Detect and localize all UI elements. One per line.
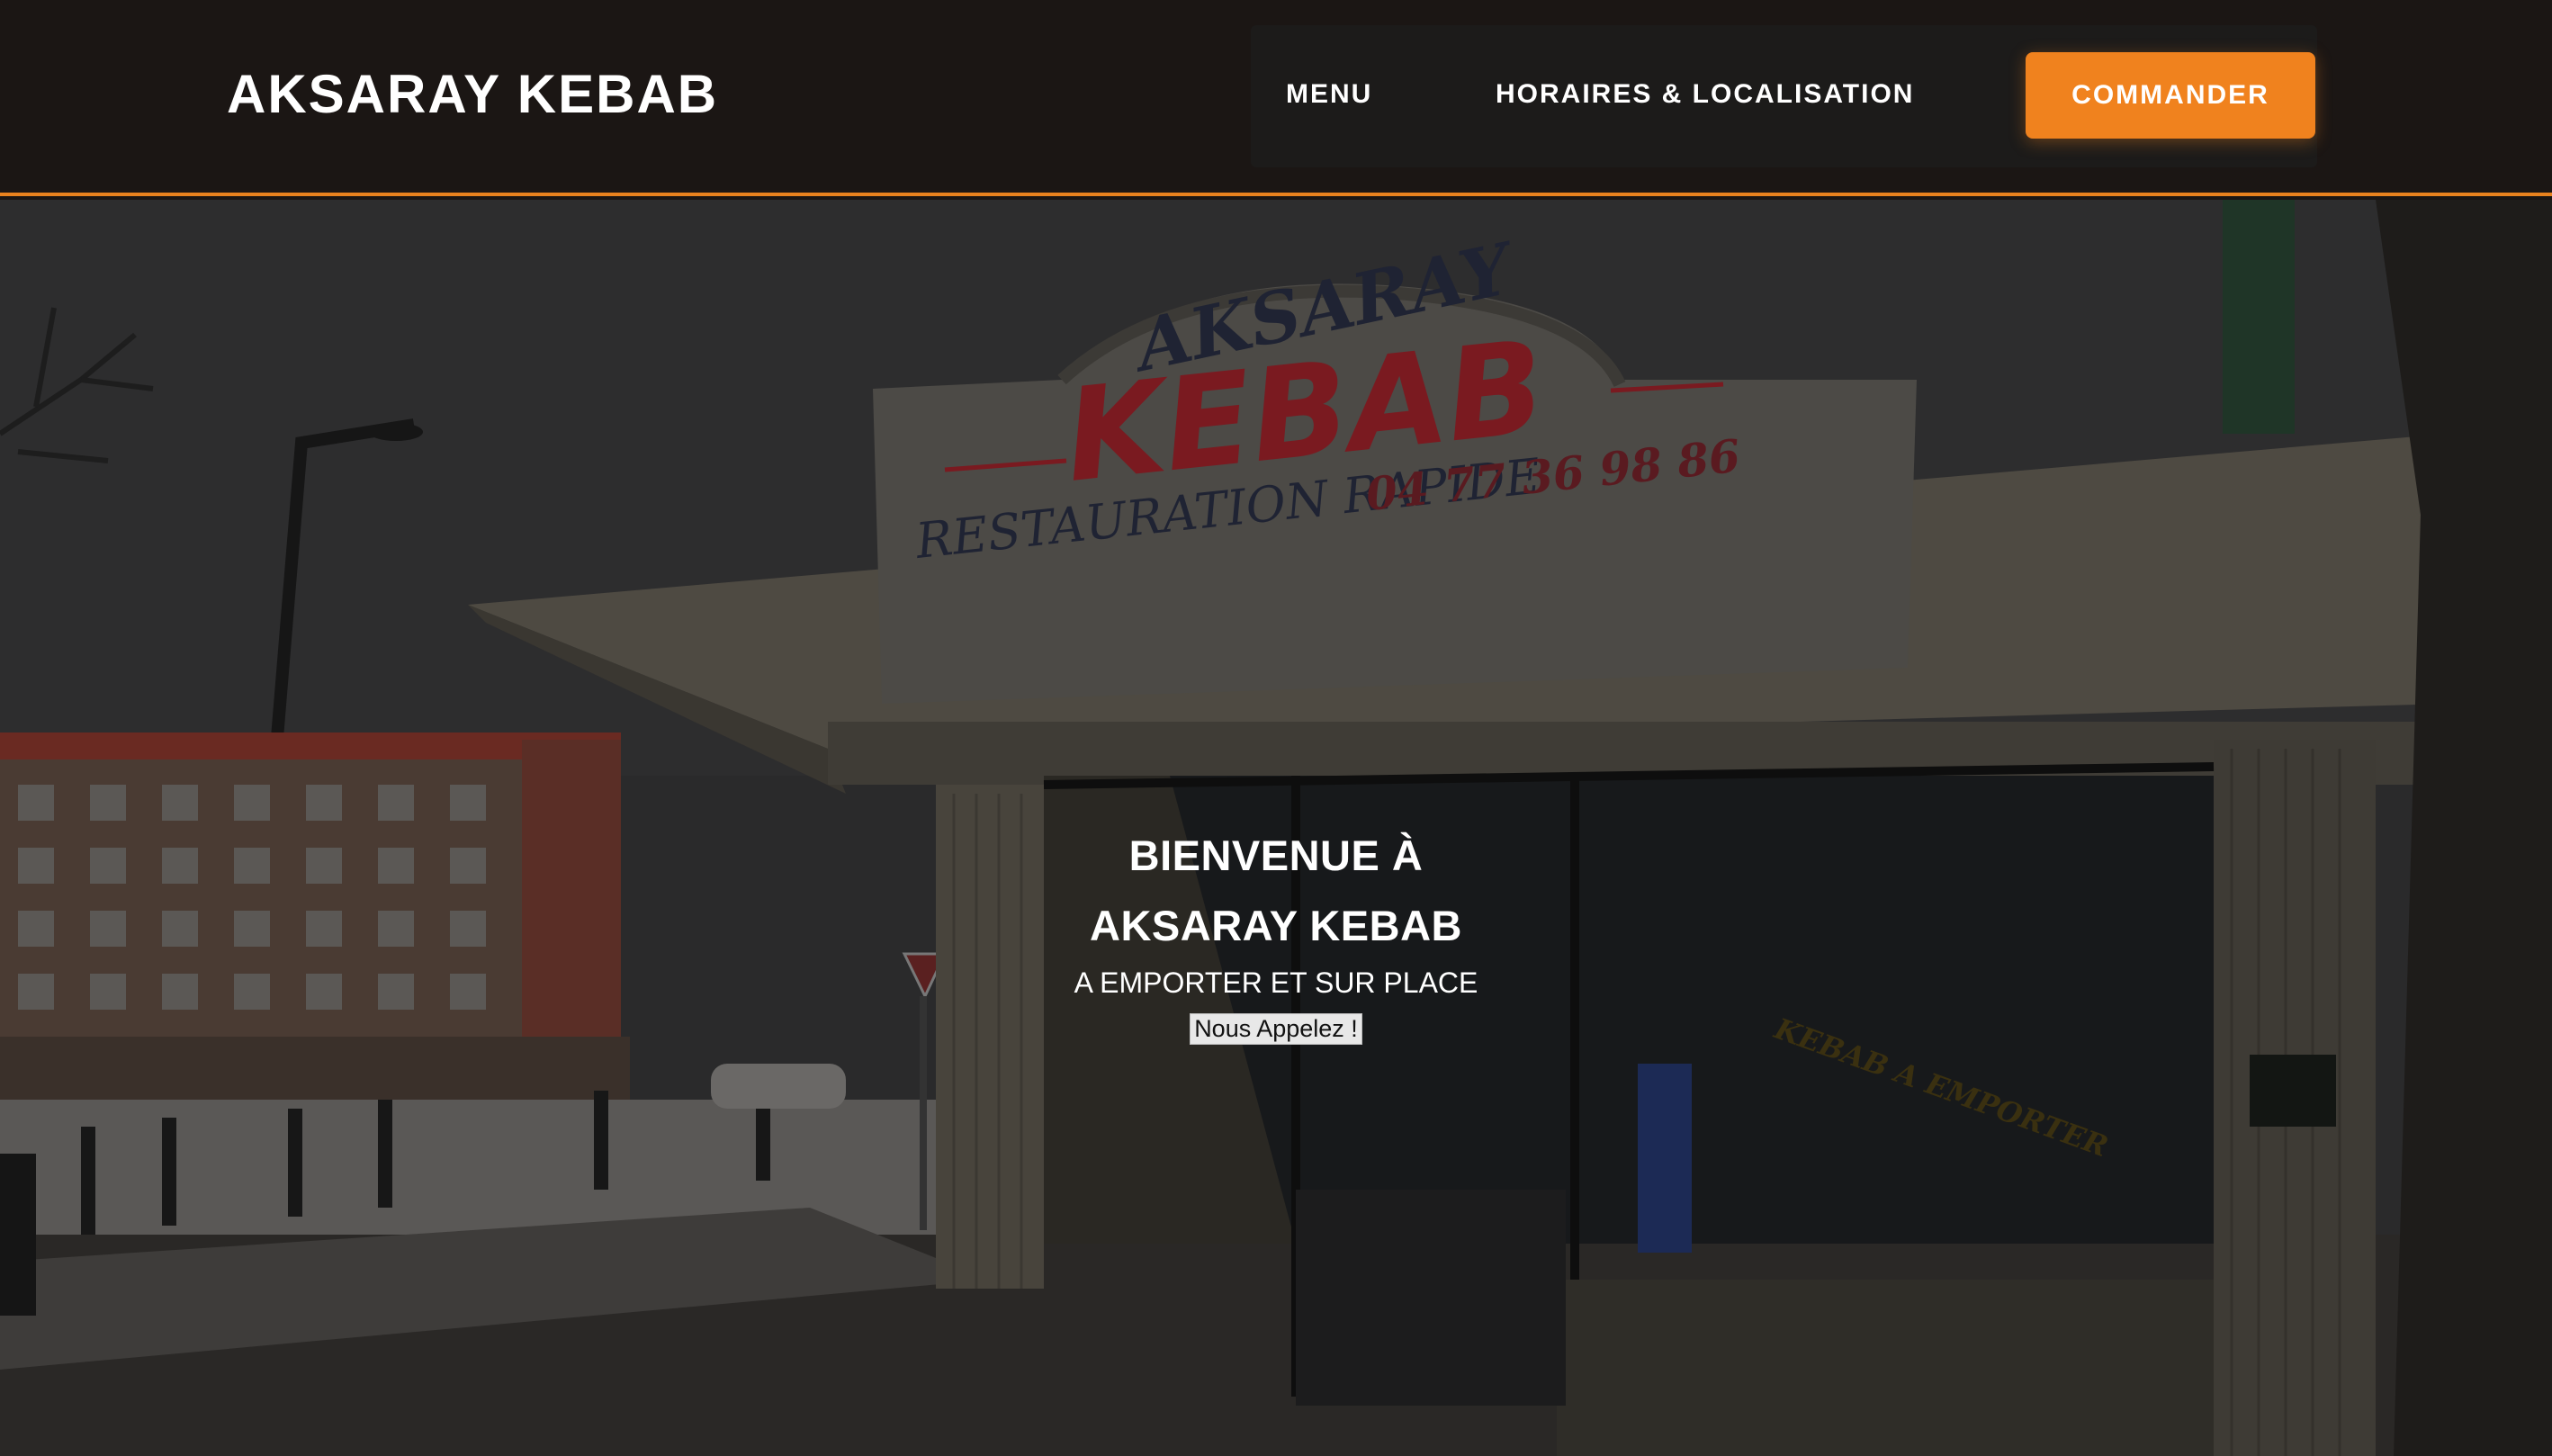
hero-section: AKSARAY KEBAB RESTAURATION RAPIDE 04 77 …	[0, 200, 2552, 1456]
brand-logo[interactable]: AKSARAY KEBAB	[227, 63, 718, 125]
call-us-button[interactable]: Nous Appelez !	[1190, 1013, 1362, 1045]
commander-button[interactable]: COMMANDER	[2026, 52, 2315, 139]
hero-subtitle: A EMPORTER ET SUR PLACE	[1074, 966, 1478, 999]
hero-text-block: BIENVENUE À AKSARAY KEBAB A EMPORTER ET …	[0, 821, 2552, 1045]
nav-menu-link[interactable]: MENU	[1286, 79, 1372, 110]
hero-title-line2: AKSARAY KEBAB	[1090, 902, 1462, 949]
hero-title-line1: BIENVENUE À	[1128, 831, 1424, 879]
nav-horaires-link[interactable]: HORAIRES & LOCALISATION	[1496, 79, 1914, 110]
site-header: AKSARAY KEBAB MENU HORAIRES & LOCALISATI…	[0, 0, 2552, 196]
